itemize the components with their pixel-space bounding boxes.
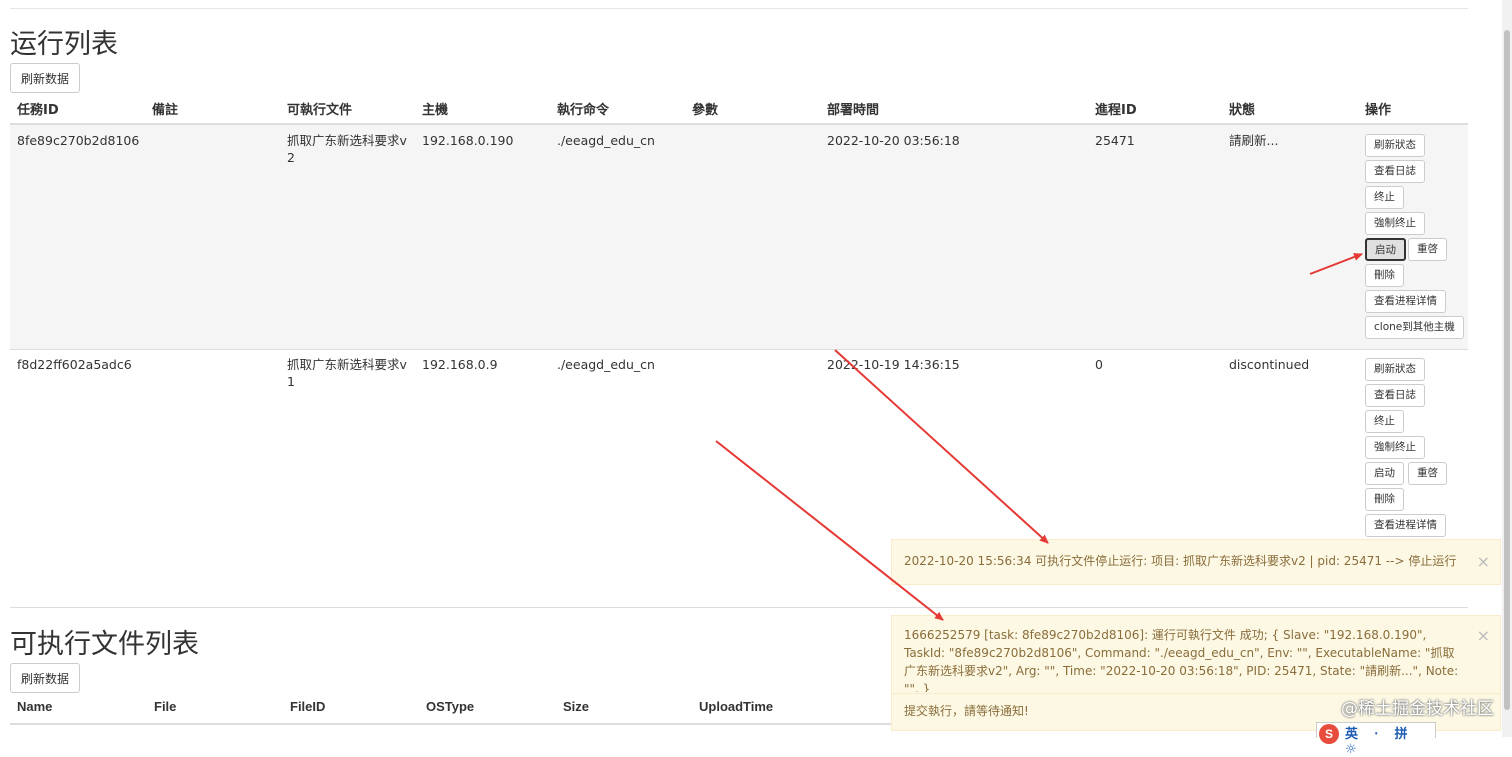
- exec-col-header-uploadtime: UploadTime: [699, 699, 774, 714]
- clone-to-host-button[interactable]: clone到其他主機: [1365, 316, 1464, 339]
- exec-col-header-ostype: OSType: [426, 699, 475, 714]
- host-cell: 192.168.0.9: [422, 357, 498, 372]
- start-button[interactable]: 启动: [1365, 238, 1406, 261]
- col-header-args: 參數: [692, 103, 719, 118]
- section-divider: [10, 607, 1468, 608]
- toast-footer: 提交執行，請等待通知!: [904, 704, 1029, 718]
- restart-button[interactable]: 重啓: [1408, 238, 1447, 261]
- pid-cell: 0: [1095, 357, 1103, 372]
- exec-col-header-size: Size: [563, 699, 590, 714]
- exec-col-header-file: File: [154, 699, 177, 714]
- close-icon[interactable]: ×: [1477, 628, 1490, 644]
- restart-button[interactable]: 重啓: [1408, 462, 1447, 485]
- scrollbar-thumb[interactable]: [1504, 30, 1510, 710]
- executable-cell-line2: 2: [287, 150, 295, 165]
- state-cell: discontinued: [1229, 357, 1310, 372]
- view-log-button[interactable]: 查看日誌: [1365, 160, 1425, 183]
- col-header-deploy-time: 部署時間: [827, 103, 880, 118]
- refresh-state-button[interactable]: 刷新狀态: [1365, 134, 1425, 157]
- toast-message: 2022-10-20 15:56:34 可执行文件停止运行: 项目: 抓取广东新…: [904, 554, 1457, 568]
- table-row: [10, 125, 1468, 349]
- exec-list-refresh-button[interactable]: 刷新数据: [10, 663, 81, 693]
- task-id-cell: f8d22ff602a5adc6: [17, 357, 132, 372]
- delete-button[interactable]: 刪除: [1365, 488, 1404, 511]
- col-header-executable: 可執行文件: [287, 103, 353, 118]
- run-list-refresh-button[interactable]: 刷新数据: [10, 63, 81, 93]
- ime-status-text: 英 ⸱ 拼 ☼: [1345, 727, 1414, 757]
- process-detail-button[interactable]: 查看进程详情: [1365, 290, 1446, 313]
- executable-cell-line1: 抓取广东新选科要求v: [287, 133, 407, 148]
- toast-message: 1666252579 [task: 8fe89c270b2d8106]: 運行可…: [904, 628, 1459, 692]
- executable-cell-line2: 1: [287, 374, 295, 389]
- close-icon[interactable]: ×: [1477, 554, 1490, 570]
- force-stop-button[interactable]: 強制终止: [1365, 436, 1425, 459]
- host-cell: 192.168.0.190: [422, 133, 514, 148]
- exec-col-header-name: Name: [17, 699, 53, 714]
- col-header-actions: 操作: [1365, 103, 1392, 118]
- col-header-host: 主機: [422, 103, 449, 118]
- watermark: @稀土掘金技术社区: [1341, 699, 1494, 719]
- page-scrollbar[interactable]: [1502, 0, 1512, 737]
- arrow-to-success-toast: [715, 440, 944, 621]
- row-divider: [10, 349, 1468, 350]
- stop-button[interactable]: 终止: [1365, 410, 1404, 433]
- arrow-to-stop-toast: [834, 349, 1049, 544]
- top-divider: [10, 8, 1468, 9]
- col-header-note: 備註: [152, 103, 179, 118]
- stop-notification-toast: 2022-10-20 15:56:34 可执行文件停止运行: 项目: 抓取广东新…: [891, 539, 1501, 585]
- stop-button[interactable]: 终止: [1365, 186, 1404, 209]
- col-header-command: 執行命令: [557, 103, 610, 118]
- start-button[interactable]: 启动: [1365, 462, 1404, 485]
- pid-cell: 25471: [1095, 133, 1135, 148]
- delete-button[interactable]: 刪除: [1365, 264, 1404, 287]
- exec-col-header-fileid: FileID: [290, 699, 326, 714]
- command-cell: ./eeagd_edu_cn: [557, 133, 655, 148]
- executable-cell-line1: 抓取广东新选科要求v: [287, 357, 407, 372]
- force-stop-button[interactable]: 強制终止: [1365, 212, 1425, 235]
- state-cell: 請刷新...: [1229, 133, 1279, 148]
- process-detail-button[interactable]: 查看进程详情: [1365, 514, 1446, 537]
- view-log-button[interactable]: 查看日誌: [1365, 384, 1425, 407]
- col-header-task-id: 任務ID: [17, 103, 59, 118]
- ime-logo-icon: S: [1319, 724, 1339, 744]
- run-list-title: 运行列表: [10, 29, 118, 60]
- exec-list-title: 可执行文件列表: [10, 629, 199, 660]
- deploy-time-cell: 2022-10-20 03:56:18: [827, 133, 960, 148]
- ime-toolbar[interactable]: S 英 ⸱ 拼 ☼: [1316, 722, 1436, 757]
- command-cell: ./eeagd_edu_cn: [557, 357, 655, 372]
- deploy-time-cell: 2022-10-19 14:36:15: [827, 357, 960, 372]
- refresh-state-button[interactable]: 刷新狀态: [1365, 358, 1425, 381]
- task-id-cell: 8fe89c270b2d8106: [17, 133, 140, 148]
- col-header-pid: 進程ID: [1095, 103, 1137, 118]
- col-header-state: 狀態: [1229, 103, 1256, 118]
